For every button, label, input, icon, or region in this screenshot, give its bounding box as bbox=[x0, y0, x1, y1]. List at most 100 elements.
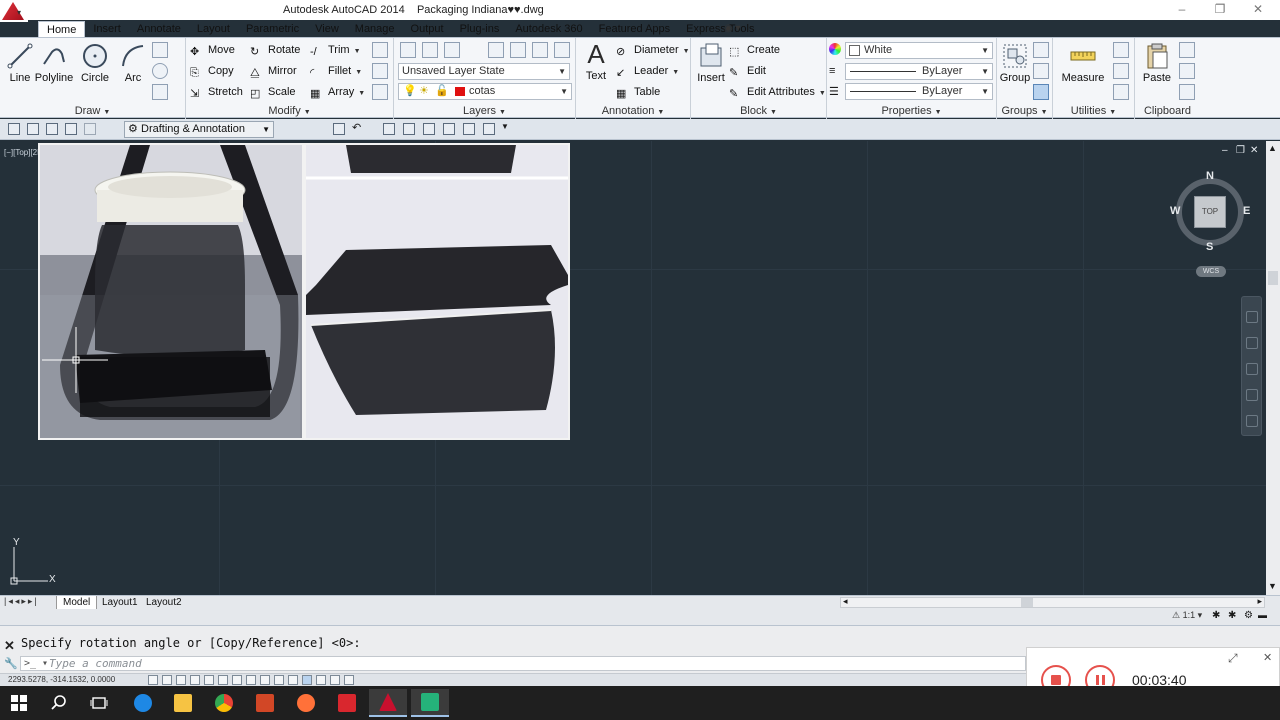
clipboard-panel-title[interactable]: Clipboard bbox=[1135, 104, 1200, 119]
layer-freeze-icon[interactable] bbox=[422, 42, 438, 58]
chevron-down-icon[interactable]: ▼ bbox=[819, 90, 826, 97]
grid-display-toggle[interactable] bbox=[176, 675, 186, 685]
compass-south[interactable]: S bbox=[1206, 241, 1213, 253]
group-selection-icon[interactable] bbox=[1033, 84, 1049, 100]
tab-manage[interactable]: Manage bbox=[347, 21, 403, 38]
taskbar-file-explorer[interactable] bbox=[164, 689, 202, 717]
linetype-icon[interactable]: ≡ bbox=[829, 65, 835, 77]
save-as-icon[interactable] bbox=[65, 123, 77, 135]
leader-button[interactable]: ↙ Leader ▼ bbox=[616, 62, 679, 80]
undo-icon[interactable]: ↶ bbox=[352, 121, 364, 134]
hatch-icon[interactable] bbox=[152, 63, 168, 79]
scroll-right-icon[interactable]: ▸ bbox=[1257, 596, 1262, 607]
tab-model[interactable]: Model bbox=[56, 596, 98, 610]
annotation-panel-title[interactable]: Annotation ▼ bbox=[576, 104, 690, 119]
text-button[interactable]: A Text bbox=[576, 40, 616, 82]
chevron-down-icon[interactable]: ▼ bbox=[501, 122, 513, 134]
snap-mode-toggle[interactable] bbox=[162, 675, 172, 685]
tab-express-tools[interactable]: Express Tools bbox=[678, 21, 762, 38]
match-properties-icon[interactable] bbox=[1179, 84, 1195, 100]
modify-panel-title[interactable]: Modify ▼ bbox=[186, 104, 393, 119]
drawing-canvas[interactable]: [−][Top][2D Wireframe] – ❐ ✕ bbox=[0, 141, 1266, 595]
viewport-minimize-icon[interactable]: – bbox=[1222, 145, 1228, 156]
tab-view[interactable]: View bbox=[307, 21, 347, 38]
polar-tracking-toggle[interactable] bbox=[204, 675, 214, 685]
chevron-down-icon[interactable]: ▼ bbox=[683, 48, 690, 55]
lineweight-select[interactable]: ByLayer ▼ bbox=[845, 83, 993, 100]
wrench-icon[interactable]: 🔧 bbox=[4, 657, 18, 670]
tab-layout2[interactable]: Layout2 bbox=[140, 596, 188, 610]
tab-parametric[interactable]: Parametric bbox=[238, 21, 307, 38]
zoom-icon[interactable] bbox=[1246, 363, 1258, 375]
chevron-down-icon[interactable]: ▼ bbox=[358, 90, 365, 97]
close-icon[interactable]: ✕ bbox=[1248, 2, 1268, 18]
explode-icon[interactable] bbox=[372, 63, 388, 79]
tab-featured-apps[interactable]: Featured Apps bbox=[591, 21, 679, 38]
object-snap-tracking-toggle[interactable] bbox=[246, 675, 256, 685]
horizontal-scrollbar[interactable]: ◂ ▸ bbox=[840, 596, 1265, 608]
publish-icon[interactable] bbox=[403, 123, 415, 135]
properties-icon[interactable] bbox=[463, 123, 475, 135]
viewcube[interactable]: TOP N S E W bbox=[1170, 170, 1250, 253]
close-icon[interactable]: ✕ bbox=[1263, 651, 1272, 664]
fillet-button[interactable]: ◜ Fillet ▼ bbox=[310, 62, 362, 80]
group-button[interactable]: Group bbox=[995, 42, 1035, 84]
minimize-icon[interactable]: – bbox=[1172, 2, 1192, 18]
circle-button[interactable]: Circle bbox=[75, 42, 115, 84]
chevron-down-icon[interactable]: ▼ bbox=[354, 48, 361, 55]
taskbar-autocad[interactable] bbox=[369, 689, 407, 717]
quick-properties-toggle[interactable] bbox=[316, 675, 326, 685]
table-button[interactable]: ▦ Table bbox=[616, 83, 660, 101]
layer-off-icon[interactable] bbox=[444, 42, 460, 58]
layer-unisolate-icon[interactable] bbox=[554, 42, 570, 58]
rectangle-icon[interactable] bbox=[152, 42, 168, 58]
trim-button[interactable]: -/ Trim ▼ bbox=[310, 41, 361, 59]
properties-panel-title[interactable]: Properties ▼ bbox=[827, 104, 996, 119]
scroll-down-icon[interactable]: ▼ bbox=[1268, 581, 1277, 591]
ribbon-minimize-icon[interactable]: ◉ ▾ bbox=[724, 23, 741, 34]
workspace-icon[interactable] bbox=[483, 123, 495, 135]
tab-plug-ins[interactable]: Plug-ins bbox=[452, 21, 508, 38]
measure-button[interactable]: Measure bbox=[1061, 42, 1105, 84]
allow-disallow-ucs-toggle[interactable] bbox=[260, 675, 270, 685]
insert-button[interactable]: Insert bbox=[691, 42, 731, 84]
copy-button[interactable]: ⎘ Copy bbox=[190, 62, 234, 80]
chevron-down-icon[interactable]: ▼ bbox=[672, 69, 679, 76]
linetype-select[interactable]: ByLayer ▼ bbox=[845, 63, 993, 80]
compass-north[interactable]: N bbox=[1206, 170, 1214, 182]
stretch-button[interactable]: ⇲ Stretch bbox=[190, 83, 243, 101]
layer-state-icon[interactable] bbox=[333, 123, 345, 135]
arc-button[interactable]: Arc bbox=[113, 42, 153, 84]
copy-clip-icon[interactable] bbox=[1179, 63, 1195, 79]
quick-select-icon[interactable] bbox=[1113, 42, 1129, 58]
tab-layout[interactable]: Layout bbox=[189, 21, 238, 38]
utilities-panel-title[interactable]: Utilities ▼ bbox=[1053, 104, 1134, 119]
plot-icon[interactable] bbox=[383, 123, 395, 135]
region-icon[interactable] bbox=[152, 84, 168, 100]
expand-icon[interactable]: ⤢ bbox=[1228, 651, 1238, 666]
layer-iso-icon[interactable] bbox=[532, 42, 548, 58]
steering-wheel-icon[interactable] bbox=[1246, 311, 1258, 323]
viewcube-top-face[interactable]: TOP bbox=[1194, 196, 1226, 228]
raster-image[interactable] bbox=[38, 143, 570, 440]
open-icon[interactable] bbox=[27, 123, 39, 135]
vertical-scrollbar[interactable]: ▲ ▼ bbox=[1266, 141, 1280, 595]
tab-insert[interactable]: Insert bbox=[85, 21, 129, 38]
3d-object-snap-toggle[interactable] bbox=[232, 675, 242, 685]
create-block-button[interactable]: ⬚ Create bbox=[729, 41, 780, 59]
block-panel-title[interactable]: Block ▼ bbox=[691, 104, 826, 119]
taskbar-firefox[interactable] bbox=[287, 689, 325, 717]
lineweight-toggle[interactable] bbox=[288, 675, 298, 685]
batch-plot-icon[interactable] bbox=[423, 123, 435, 135]
close-icon[interactable]: ✕ bbox=[4, 638, 15, 654]
autocad-logo-icon[interactable] bbox=[0, 0, 28, 22]
erase-icon[interactable] bbox=[372, 42, 388, 58]
workspace-select[interactable]: ⚙ Drafting & Annotation ▼ bbox=[124, 121, 274, 138]
selection-cycling-toggle[interactable] bbox=[330, 675, 340, 685]
viewport-close-icon[interactable]: ✕ bbox=[1250, 145, 1258, 156]
taskbar-search-button[interactable] bbox=[40, 689, 78, 717]
transparency-toggle[interactable] bbox=[302, 675, 312, 685]
ortho-mode-toggle[interactable] bbox=[190, 675, 200, 685]
calculator-icon[interactable] bbox=[1113, 84, 1129, 100]
maximize-icon[interactable]: ❐ bbox=[1210, 2, 1230, 18]
